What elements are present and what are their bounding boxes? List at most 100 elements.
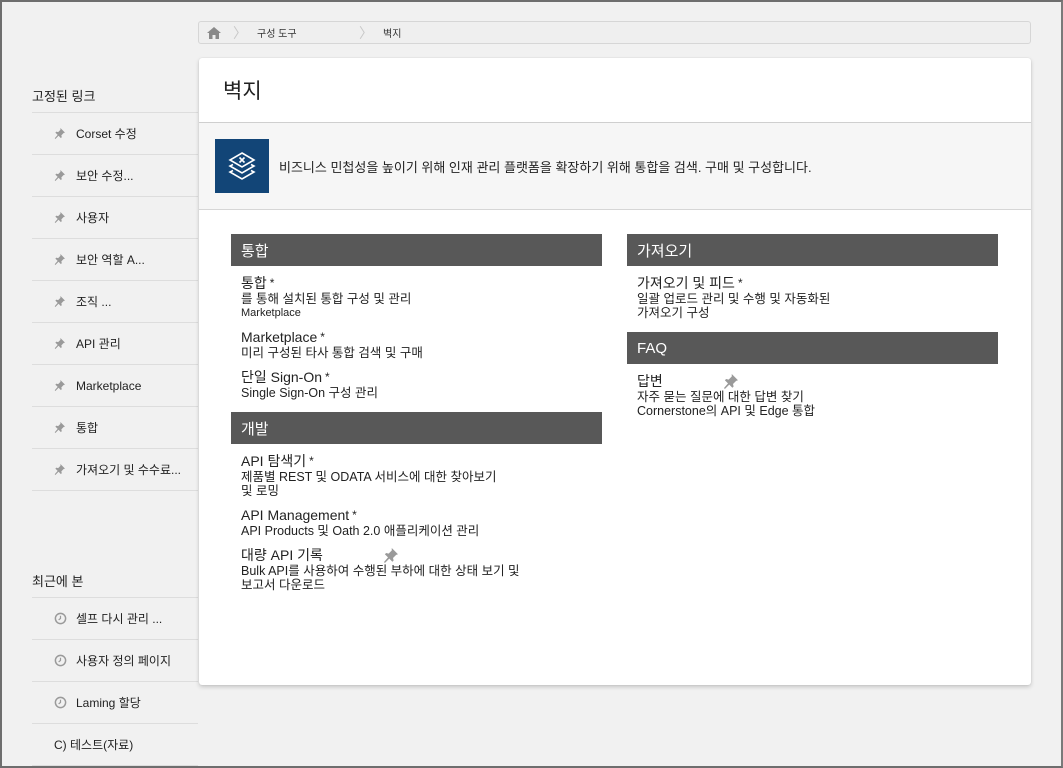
tool-link[interactable]: API 탐색기 * [241,453,602,470]
tool-link[interactable]: 답변 [637,373,998,390]
recent-link-item-label: 사용자 정의 페이지 [76,654,171,668]
tool-link[interactable]: 통합 * [241,275,602,292]
star-marker: * [325,370,330,384]
recent-link-item[interactable]: Laming 할당 [32,682,198,724]
star-marker: * [352,508,357,522]
tool-link[interactable]: 단일 Sign-On * [241,369,602,386]
pin-icon[interactable] [723,374,738,389]
tool-link[interactable]: API Management * [241,507,602,524]
tool-title: API Management [241,507,350,523]
tool-description: 를 통해 설치된 통합 구성 및 관리 [241,292,412,306]
section-header: 통합 [231,234,602,266]
pinned-link-item-label: 보안 수정... [76,169,134,183]
breadcrumb-item-config-tools[interactable]: 구성 도구 [251,25,355,40]
recent-link-item[interactable]: 사용자 정의 페이지 [32,640,198,682]
tool-entry: 답변 자주 묻는 질문에 대한 답변 찾기 Cornerstone의 API 및 E… [627,373,998,418]
pinned-link-item-label: Marketplace [76,378,142,393]
tool-link[interactable]: 대량 API 기록 [241,547,602,564]
pinned-link-item-label: 보안 역할 A... [76,253,145,267]
pinned-link-item-label: 조직 ... [76,295,112,309]
star-marker: * [320,330,325,344]
tool-description: API Products 및 Oath 2.0 애플리케이션 관리 [241,524,480,538]
tool-title: 통합 [241,275,267,291]
star-marker: * [269,276,275,290]
left-column: 통합 통합 * 를 통해 설치된 통합 구성 및 관리 Marketplace Marke… [231,234,602,592]
pin-icon [54,380,76,391]
tool-title: Marketplace [241,329,318,345]
pinned-link-item[interactable]: API 관리 [32,323,198,365]
pinned-link-item[interactable]: Corset 수정 [32,113,198,155]
breadcrumb: 〉 구성 도구 〉 벽지 [198,21,1031,44]
recent-link-item[interactable]: 셀프 다시 관리 ... [32,598,198,640]
pinned-link-item[interactable]: Marketplace [32,365,198,407]
tool-description: 자주 묻는 질문에 대한 답변 찾기 [637,390,804,404]
tool-entry: 단일 Sign-On * Single Sign-On 구성 관리 [231,369,602,400]
tool-entry: 통합 * 를 통해 설치된 통합 구성 및 관리 Marketplace [231,275,602,320]
recently-viewed-list: 셀프 다시 관리 ... 사용자 정의 페이지 Laming 할당 C) 테스트(자료… [32,598,198,766]
tool-link[interactable]: Marketplace * [241,329,602,346]
pinned-link-item[interactable]: 가져오기 및 수수료... [32,449,198,491]
tool-description: Bulk API를 사용하여 수행된 부하에 대한 상태 보기 및 [241,564,520,578]
main-card: 벽지 비즈니스 민첩성을 높이기 위해 인재 관리 플랫폼을 확장하기 위해 통… [199,58,1031,685]
breadcrumb-separator: 〉 [233,24,247,41]
tool-title: 답변 [637,373,663,389]
breadcrumb-separator: 〉 [359,24,373,41]
right-column: 가져오기 가져오기 및 피드 * 일괄 업로드 관리 및 수행 및 자동화된 가져오기 … [627,234,998,418]
pinned-link-item-label: API 관리 [76,337,121,351]
tool-description: Single Sign-On 구성 관리 [241,386,379,400]
banner-icon-box [215,139,269,193]
pin-icon[interactable] [383,548,398,563]
pin-icon [54,464,76,475]
pin-icon [54,422,76,433]
pin-icon [54,254,76,265]
layers-icon [228,152,256,180]
pinned-link-item-label: 가져오기 및 수수료... [76,463,181,477]
pinned-link-item-label: 사용자 [76,211,110,225]
breadcrumb-home[interactable] [199,26,229,39]
tool-entry: API Management * API Products 및 Oath 2.0 애… [231,507,602,538]
pinned-link-item[interactable]: 조직 ... [32,281,198,323]
pin-icon [54,338,76,349]
tool-description-cont: Cornerstone의 API 및 Edge 통합 [637,404,816,418]
clock-icon [54,696,76,709]
tool-title: 단일 Sign-On [241,369,323,385]
recently-viewed-heading: 최근에 본 [32,563,198,598]
recent-link-item[interactable]: C) 테스트(자료) [32,724,198,766]
star-marker: * [737,276,743,290]
recent-link-item-label: 셀프 다시 관리 ... [76,612,163,626]
pinned-link-item-label: Corset 수정 [76,127,137,141]
tool-entry: 가져오기 및 피드 * 일괄 업로드 관리 및 수행 및 자동화된 가져오기 구성 [627,275,998,320]
clock-icon [54,654,76,667]
pin-icon [54,212,76,223]
tool-link[interactable]: 가져오기 및 피드 * [637,275,998,292]
home-icon [207,26,221,39]
tool-entry: Marketplace * 미리 구성된 타사 통합 검색 및 구매 [231,329,602,360]
sidebar: 고정된 링크 Corset 수정보안 수정... 사용자보안 역할 A... 조직 … [32,78,198,766]
pinned-link-item[interactable]: 보안 역할 A... [32,239,198,281]
pinned-link-item[interactable]: 보안 수정... [32,155,198,197]
tool-description: 미리 구성된 타사 통합 검색 및 구매 [241,346,423,360]
section-header: 가져오기 [627,234,998,266]
star-marker: * [309,454,314,468]
tool-entry: 대량 API 기록 Bulk API를 사용하여 수행된 부하에 대한 상태 보기… [231,547,602,592]
pinned-link-item[interactable]: 통합 [32,407,198,449]
tool-title: 대량 API 기록 [241,547,323,563]
tool-title: 가져오기 및 피드 [637,275,735,291]
banner-text: 비즈니스 민첩성을 높이기 위해 인재 관리 플랫폼을 확장하기 위해 통합을 … [279,159,812,175]
description-banner: 비즈니스 민첩성을 높이기 위해 인재 관리 플랫폼을 확장하기 위해 통합을 … [199,123,1031,210]
tool-description-cont: 및 로밍 [241,484,279,498]
recent-link-item-label: Laming 할당 [76,696,141,710]
pinned-links-list: Corset 수정보안 수정... 사용자보안 역할 A... 조직 ... API … [32,113,198,491]
tool-description: 일괄 업로드 관리 및 수행 및 자동화된 [637,292,831,306]
tool-title: API 탐색기 [241,453,307,469]
pin-icon [54,128,76,139]
tool-description-cont: Marketplace [241,307,301,319]
page-title: 벽지 [199,58,1031,123]
pin-icon [54,170,76,181]
section-header: FAQ [627,332,998,364]
recent-link-item-label: C) 테스트(자료) [54,738,134,752]
pin-icon [54,296,76,307]
pinned-link-item[interactable]: 사용자 [32,197,198,239]
pinned-links-heading: 고정된 링크 [32,78,198,113]
clock-icon [54,612,76,625]
